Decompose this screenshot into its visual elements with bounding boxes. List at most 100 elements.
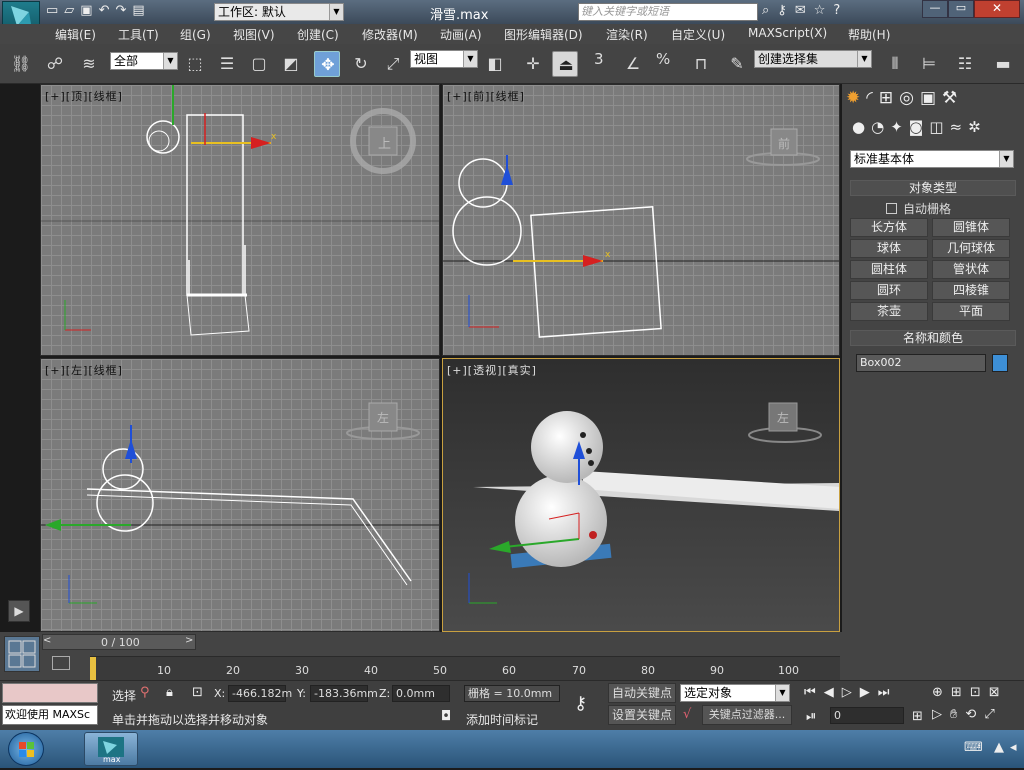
menu-create[interactable]: 创建(C)	[297, 26, 339, 43]
start-button[interactable]	[8, 732, 44, 766]
tube-button[interactable]: 管状体	[932, 260, 1010, 279]
go-to-end-icon[interactable]: ⏭	[878, 685, 890, 700]
redo-icon[interactable]: ↷	[116, 3, 127, 18]
menu-group[interactable]: 组(G)	[180, 26, 211, 43]
hierarchy-tab-icon[interactable]: ⊞	[879, 88, 893, 108]
mirror-icon[interactable]: ⫴	[882, 51, 908, 77]
viewcube-face-label[interactable]: 上	[378, 133, 391, 152]
teapot-button[interactable]: 茶壶	[850, 302, 928, 321]
motion-tab-icon[interactable]: ◎	[899, 88, 914, 108]
create-tab-icon[interactable]: ✹	[846, 88, 860, 108]
isolate-selection-icon[interactable]: ⚲	[140, 685, 150, 700]
modify-tab-icon[interactable]: ◜	[866, 88, 873, 108]
spinner-snap-icon[interactable]: ⊓	[688, 51, 714, 77]
menu-graph-editors[interactable]: 图形编辑器(D)	[504, 26, 583, 43]
torus-button[interactable]: 圆环	[850, 281, 928, 300]
link-icon[interactable]: ⛓	[8, 51, 34, 77]
help-icon[interactable]: ?	[833, 3, 840, 18]
menu-views[interactable]: 视图(V)	[233, 26, 275, 43]
close-button[interactable]: ✕	[974, 0, 1020, 18]
next-frame-icon[interactable]: ▶	[860, 685, 870, 700]
menu-modifiers[interactable]: 修改器(M)	[362, 26, 418, 43]
plane-button[interactable]: 平面	[932, 302, 1010, 321]
maximize-button[interactable]: ▭	[948, 0, 974, 18]
box-button[interactable]: 长方体	[850, 218, 928, 237]
systems-icon[interactable]: ✲	[968, 118, 981, 136]
time-slider[interactable]: < 0 / 100 >	[42, 634, 196, 650]
viewcube-face-label[interactable]: 左	[777, 409, 789, 426]
select-by-name-icon[interactable]: ☰	[214, 51, 240, 77]
go-to-start-icon[interactable]: ⏮	[804, 685, 816, 700]
favorite-star-icon[interactable]: ☆	[814, 3, 826, 18]
sphere-button[interactable]: 球体	[850, 239, 928, 258]
category-dropdown[interactable]: 标准基本体 ▼	[850, 150, 1014, 168]
absolute-mode-icon[interactable]: ⊡	[192, 685, 203, 700]
cameras-icon[interactable]: ◙	[909, 118, 924, 136]
edit-named-selection-icon[interactable]: ✎	[724, 51, 750, 77]
key-selection-dropdown[interactable]: 选定对象 ▼	[680, 684, 790, 702]
select-object-icon[interactable]: ⬚	[182, 51, 208, 77]
layer-manager-icon[interactable]: ☷	[952, 51, 978, 77]
display-tab-icon[interactable]: ▣	[920, 88, 936, 108]
undo-icon[interactable]: ↶	[99, 3, 110, 18]
save-file-icon[interactable]: ▣	[80, 3, 92, 18]
object-type-rollout[interactable]: 对象类型	[850, 180, 1016, 196]
pyramid-button[interactable]: 四棱锥	[932, 281, 1010, 300]
volume-icon[interactable]: ◂	[1010, 740, 1017, 755]
track-bar[interactable]	[90, 656, 840, 681]
minimize-button[interactable]: —	[922, 0, 948, 18]
key-mode-icon[interactable]: ⏯	[806, 709, 816, 724]
rotate-icon[interactable]: ↻	[348, 51, 374, 77]
snap-toggle-label[interactable]: 3	[594, 50, 604, 68]
project-folder-icon[interactable]: ▤	[132, 3, 144, 18]
cone-button[interactable]: 圆锥体	[932, 218, 1010, 237]
name-color-rollout[interactable]: 名称和颜色	[850, 330, 1016, 346]
menu-tools[interactable]: 工具(T)	[118, 26, 159, 43]
chevron-right-icon[interactable]: >	[185, 635, 193, 646]
previous-frame-icon[interactable]: ◀	[824, 685, 834, 700]
curve-editor-icon[interactable]	[52, 656, 70, 670]
orbit-icon[interactable]: ⟲	[965, 707, 976, 722]
window-crossing-icon[interactable]: ◩	[278, 51, 304, 77]
pivot-center-icon[interactable]: ◧	[482, 51, 508, 77]
viewport-left[interactable]: [+][左][线框] 左	[40, 358, 440, 632]
play-icon[interactable]: ▷	[842, 685, 852, 700]
open-file-icon[interactable]: ▱	[64, 3, 74, 18]
geosphere-button[interactable]: 几何球体	[932, 239, 1010, 258]
zoom-extents-all-icon[interactable]: ⊠	[989, 685, 1000, 700]
align-icon[interactable]: ⊨	[916, 51, 942, 77]
x-coordinate-field[interactable]: -466.182m	[228, 685, 292, 702]
geometry-icon[interactable]: ●	[852, 118, 865, 136]
key-filters-button[interactable]: 关键点过滤器...	[702, 705, 792, 725]
z-coordinate-field[interactable]: 0.0mm	[392, 685, 450, 702]
space-warps-icon[interactable]: ≈	[950, 118, 963, 136]
menu-rendering[interactable]: 渲染(R)	[606, 26, 648, 43]
ribbon-toggle-icon[interactable]: ▬	[990, 51, 1016, 77]
pan-icon[interactable]: ✋︎	[950, 707, 957, 722]
zoom-all-icon[interactable]: ⊞	[951, 685, 962, 700]
viewcube-face-label[interactable]: 左	[377, 409, 389, 426]
menu-help[interactable]: 帮助(H)	[848, 26, 890, 43]
current-frame-field[interactable]: 0	[830, 707, 904, 724]
auto-key-button[interactable]: 自动关键点	[608, 683, 676, 703]
key-tool-icon[interactable]: ⚷	[777, 3, 787, 18]
taskbar-3dsmax-button[interactable]: max	[84, 732, 138, 766]
expand-trackbar-button[interactable]: ▶	[8, 600, 30, 622]
reference-coordinate-dropdown[interactable]: 视图 ▼	[410, 50, 478, 68]
selection-filter-dropdown[interactable]: 全部 ▼	[110, 52, 178, 70]
zoom-extents-icon[interactable]: ⊡	[970, 685, 981, 700]
chevron-left-icon[interactable]: <	[43, 635, 51, 646]
named-selection-dropdown[interactable]: 创建选择集 ▼	[754, 50, 872, 68]
percent-snap-label[interactable]: %	[656, 50, 670, 68]
viewport-front[interactable]: [+][前][线框] x 前	[442, 84, 840, 356]
viewcube-face-label[interactable]: 前	[778, 135, 790, 152]
menu-edit[interactable]: 编辑(E)	[55, 26, 96, 43]
search-input[interactable]: 键入关键字或短语	[578, 3, 758, 21]
rectangular-selection-icon[interactable]: ▢	[246, 51, 272, 77]
unlink-icon[interactable]: ☍	[42, 51, 68, 77]
set-key-button[interactable]: 设置关键点	[608, 705, 676, 725]
zoom-icon[interactable]: ⊕	[932, 685, 943, 700]
bind-space-warp-icon[interactable]: ≋	[76, 51, 102, 77]
add-time-tag-label[interactable]: 添加时间标记	[466, 711, 538, 728]
y-coordinate-field[interactable]: -183.36mm	[310, 685, 378, 702]
